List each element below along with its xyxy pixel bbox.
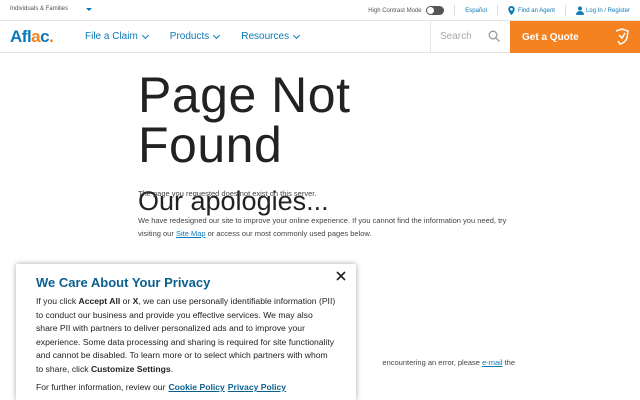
high-contrast-label: High Contrast Mode (368, 8, 422, 15)
divider (496, 5, 498, 16)
close-icon[interactable] (336, 271, 346, 281)
nav-file-a-claim[interactable]: File a Claim (85, 31, 149, 42)
cookie-policy-link[interactable]: Cookie Policy (168, 382, 224, 392)
privacy-text: If you click Accept All or X, we can use… (36, 295, 336, 376)
nav-products[interactable]: Products (169, 31, 221, 42)
find-agent-label: Find an Agent (517, 8, 555, 15)
customize-settings-emphasis: Customize Settings (90, 363, 171, 374)
get-a-quote-button[interactable]: Get a Quote (510, 21, 640, 53)
audience-selector[interactable]: Individuals & Families (10, 6, 93, 12)
search-icon[interactable] (488, 30, 500, 42)
redesign-text-end: or access our most commonly used pages b… (205, 229, 372, 238)
search-input[interactable] (440, 29, 490, 43)
privacy-banner: We Care About Your Privacy If you click … (16, 264, 356, 400)
nav-label: Products (169, 31, 210, 42)
error-text-end: the (502, 358, 515, 367)
privacy-text-part: If you click (36, 296, 79, 306)
chevron-down-icon (141, 31, 149, 39)
map-pin-icon (508, 6, 515, 15)
privacy-text-part: . (170, 363, 174, 374)
error-message: encountering an error, please e-mail the (355, 356, 515, 369)
nav-label: Resources (241, 31, 290, 42)
site-map-link[interactable]: Site Map (176, 229, 206, 238)
privacy-text-part: , we can use personally identifiable inf… (36, 296, 336, 374)
nav-resources[interactable]: Resources (241, 31, 301, 42)
privacy-title: We Care About Your Privacy (36, 275, 211, 290)
redesign-message: We have redesigned our site to improve y… (138, 214, 508, 240)
get-a-quote-label: Get a Quote (522, 32, 579, 43)
audience-label: Individuals & Families (10, 6, 69, 12)
divider (454, 5, 456, 16)
login-label: Log In / Register (585, 8, 630, 15)
privacy-policy-link[interactable]: Privacy Policy (228, 382, 286, 392)
not-found-message: The page you requested does not exist on… (138, 189, 317, 198)
page-title: Page Not Found (138, 67, 351, 173)
privacy-text-part: or (120, 296, 133, 306)
privacy-review-line: For further information, review our Cooki… (36, 382, 336, 392)
chevron-down-icon (213, 31, 221, 39)
chevron-down-icon (293, 31, 301, 39)
review-text: For further information, review our (36, 382, 166, 392)
find-agent-link[interactable]: Find an Agent (508, 6, 555, 15)
main-navigation: Aflac. File a Claim Products Resources G… (0, 21, 640, 53)
toggle-switch-icon (426, 6, 445, 15)
divider (564, 5, 566, 16)
login-link[interactable]: Log In / Register (575, 6, 630, 15)
language-link[interactable]: Español (465, 8, 487, 14)
email-link[interactable]: e-mail (482, 358, 502, 367)
error-text: encountering an error, please (382, 358, 483, 367)
search-box (430, 21, 510, 53)
quote-shield-icon (615, 28, 629, 45)
nav-label: File a Claim (85, 31, 138, 42)
caret-down-icon (86, 7, 93, 11)
high-contrast-toggle[interactable]: High Contrast Mode (368, 6, 445, 15)
accept-all-emphasis: Accept All (78, 296, 121, 306)
user-icon (575, 6, 584, 15)
aflac-logo[interactable]: Aflac. (10, 27, 54, 47)
utility-bar: Individuals & Families High Contrast Mod… (0, 0, 640, 21)
